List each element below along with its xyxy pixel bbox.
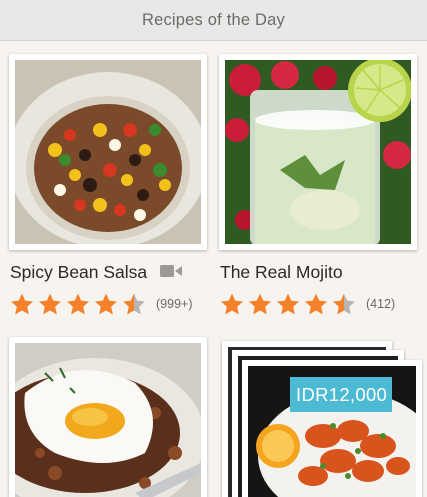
star-icon [277,293,299,315]
video-camera-icon [160,264,182,278]
recipe-photo-frame[interactable] [219,54,417,250]
page-title: Recipes of the Day [141,10,285,29]
rating-count: (999+) [156,297,193,311]
recipe-title[interactable]: The Real Mojito [220,262,343,283]
star-icon [305,293,327,315]
recipe-photo [15,60,201,244]
star-rating [9,292,149,316]
star-rating [219,292,359,316]
star-icon [123,293,145,315]
recipe-photo [225,60,411,244]
rating-count: (412) [366,297,396,311]
recipe-title[interactable]: Spicy Bean Salsa [10,262,147,283]
star-icon [333,293,355,315]
price-badge: IDR12,000 [290,377,393,412]
recipe-photo-frame[interactable] [9,54,207,250]
star-icon [95,293,117,315]
recipe-photo [15,343,201,497]
star-icon [39,293,61,315]
star-icon [11,293,33,315]
star-icon [67,293,89,315]
recipe-photo-frame[interactable] [9,337,207,497]
star-icon [249,293,271,315]
star-icon [221,293,243,315]
page-header: Recipes of the Day [0,0,427,41]
